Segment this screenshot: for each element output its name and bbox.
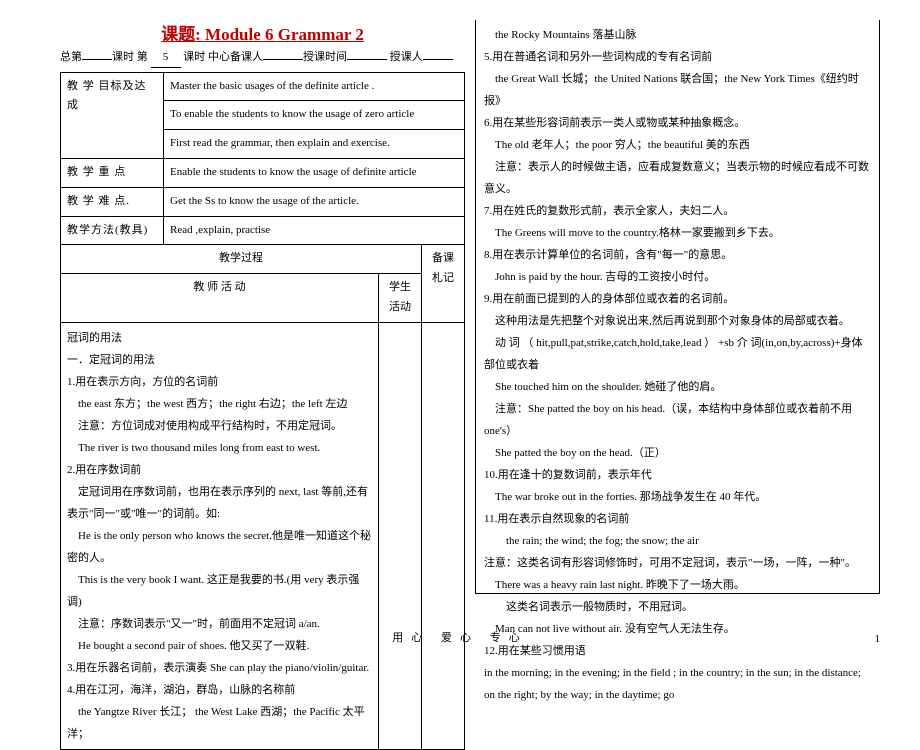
line: There was a heavy rain last night. 昨晚下了一… [484, 574, 871, 596]
row-process-header: 教学过程 备课札记 [61, 245, 465, 274]
line: the Rocky Mountains 落基山脉 [484, 24, 871, 46]
cell-teacher-header: 教 师 活 动 [61, 274, 379, 323]
line: 一．定冠词的用法 [67, 349, 372, 371]
line: in the morning; in the evening; in the f… [484, 662, 871, 706]
line: 注意：这类名词有形容词修饰时，可用不定冠词，表示"一场，一阵，一种"。 [484, 552, 871, 574]
document-page: 课题: Module 6 Grammar 2 总第 课时 第 5 课时 中心备课人… [0, 0, 920, 651]
footer-motto: 用心 爱心 专心 [0, 629, 920, 645]
line: 动 词 （ hit,pull,pat,strike,catch,hold,tak… [484, 332, 871, 376]
row-difficulty: 教 学 难 点. Get the Ss to know the usage of… [61, 187, 465, 216]
title-line: 课题: Module 6 Grammar 2 [60, 20, 465, 45]
meta-blank4 [423, 59, 453, 60]
meta-blank3 [347, 59, 387, 60]
line: 2.用在序数词前 [67, 459, 372, 481]
meta-mid4: 授课人 [390, 51, 423, 63]
label-difficulty: 教 学 难 点. [61, 187, 164, 216]
notes-content-cell [422, 322, 465, 749]
line: She patted the boy on the head.（正） [484, 442, 871, 464]
line: 注意：She patted the boy on his head.（误，本结构… [484, 398, 871, 442]
cell-method: Read ,explain, practise [164, 216, 465, 245]
line: the rain; the wind; the fog; the snow; t… [484, 530, 871, 552]
row-content: 冠词的用法 一．定冠词的用法 1.用在表示方向，方位的名词前 the east … [61, 322, 465, 749]
line: 冠词的用法 [67, 327, 372, 349]
cell-difficulty: Get the Ss to know the usage of the arti… [164, 187, 465, 216]
line: 9.用在前面已提到的人的身体部位或衣着的名词前。 [484, 288, 871, 310]
meta-blank2 [263, 59, 303, 60]
line: 注意：表示人的时候做主语，应看成复数意义；当表示物的时候应看成不可数意义。 [484, 156, 871, 200]
line: She touched him on the shoulder. 她碰了他的肩。 [484, 376, 871, 398]
line: 10.用在逢十的复数词前，表示年代 [484, 464, 871, 486]
meta-num: 5 [151, 49, 181, 68]
line: 8.用在表示计算单位的名词前，含有"每一"的意思。 [484, 244, 871, 266]
student-content-cell [379, 322, 422, 749]
line: 5.用在普通名词和另外一些词构成的专有名词前 [484, 46, 871, 68]
line: 这种用法是先把整个对象说出来,然后再说到那个对象身体的局部或衣着。 [484, 310, 871, 332]
label-keypoint: 教 学 重 点 [61, 158, 164, 187]
row-objectives: 教 学 目标及达成 Master the basic usages of the… [61, 72, 465, 101]
line: John is paid by the hour. 吉母的工资按小时付。 [484, 266, 871, 288]
line: This is the very book I want. 这正是我要的书.(用… [67, 569, 372, 613]
cell-obj-b: To enable the students to know the usage… [164, 101, 465, 130]
line: 3.用在乐器名词前，表示演奏 She can play the piano/vi… [67, 657, 372, 679]
cell-keypoint: Enable the students to know the usage of… [164, 158, 465, 187]
line: the east 东方；the west 西方；the right 右边；the… [67, 393, 372, 415]
line: 这类名词表示一般物质时，不用冠词。 [484, 596, 871, 618]
label-objectives: 教 学 目标及达成 [61, 72, 164, 158]
line: He is the only person who knows the secr… [67, 525, 372, 569]
lesson-plan-table: 教 学 目标及达成 Master the basic usages of the… [60, 72, 465, 750]
line: the Great Wall 长城；the United Nations 联合国… [484, 68, 871, 112]
line: 11.用在表示自然现象的名词前 [484, 508, 871, 530]
line: The old 老年人；the poor 穷人；the beautiful 美的… [484, 134, 871, 156]
line: 7.用在姓氏的复数形式前，表示全家人，夫妇二人。 [484, 200, 871, 222]
line: 定冠词用在序数词前，也用在表示序列的 next, last 等前,还有表示"同一… [67, 481, 372, 525]
line: 4.用在江河，海洋，湖泊，群岛，山脉的名称前 [67, 679, 372, 701]
lesson-title: 课题: Module 6 Grammar 2 [161, 25, 364, 44]
line: The Greens will move to the country.格林一家… [484, 222, 871, 244]
meta-blank1 [82, 59, 112, 60]
row-activity-header: 教 师 活 动 学生活动 [61, 274, 465, 323]
teacher-content-cell: 冠词的用法 一．定冠词的用法 1.用在表示方向，方位的名词前 the east … [61, 322, 379, 749]
page-number: 1 [875, 633, 881, 645]
row-method: 教学方法(教具) Read ,explain, practise [61, 216, 465, 245]
cell-obj-a: Master the basic usages of the definite … [164, 72, 465, 101]
line: the Yangtze River 长江； the West Lake 西湖；t… [67, 701, 372, 745]
right-content-box: the Rocky Mountains 落基山脉 5.用在普通名词和另外一些词构… [475, 20, 880, 594]
meta-mid2: 课时 中心备课人 [183, 51, 263, 63]
line: 6.用在某些形容词前表示一类人或物或某种抽象概念。 [484, 112, 871, 134]
meta-mid1: 课时 第 [112, 51, 148, 63]
meta-prefix: 总第 [60, 51, 82, 63]
cell-notes-header: 备课札记 [422, 245, 465, 322]
meta-mid3: 授课时间 [303, 51, 347, 63]
line: The war broke out in the forties. 那场战争发生… [484, 486, 871, 508]
line: 注意：方位词成对使用构成平行结构时，不用定冠词。 [67, 415, 372, 437]
cell-process-header: 教学过程 [61, 245, 422, 274]
row-keypoint: 教 学 重 点 Enable the students to know the … [61, 158, 465, 187]
line: The river is two thousand miles long fro… [67, 437, 372, 459]
meta-line: 总第 课时 第 5 课时 中心备课人 授课时间 授课人 [60, 49, 465, 68]
line: 1.用在表示方向，方位的名词前 [67, 371, 372, 393]
cell-student-header: 学生活动 [379, 274, 422, 323]
cell-obj-c: First read the grammar, then explain and… [164, 130, 465, 159]
label-method: 教学方法(教具) [61, 216, 164, 245]
